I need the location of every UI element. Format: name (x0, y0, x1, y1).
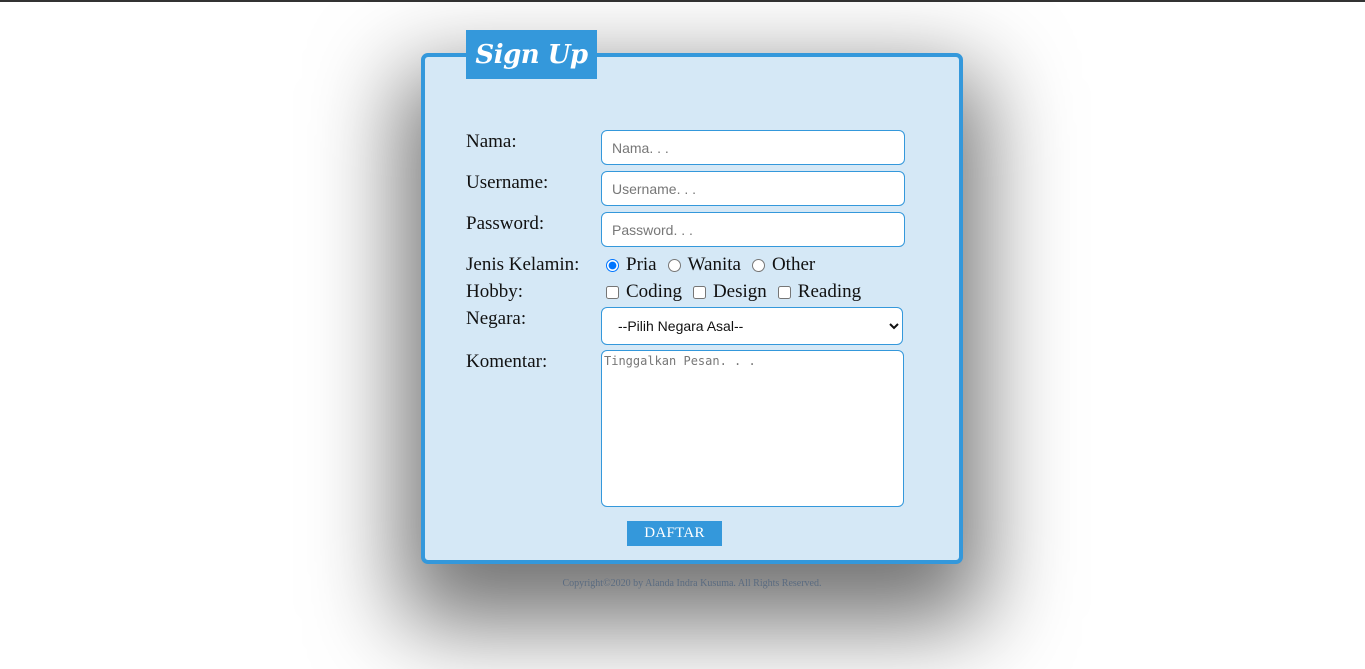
top-border-line (0, 0, 1365, 2)
copyright-footer: Copyright©2020 by Alanda Indra Kusuma. A… (562, 578, 822, 589)
gender-radio-wanita[interactable] (667, 258, 681, 272)
hobby-option-label: Coding (626, 281, 682, 302)
hobby-option-label: Reading (797, 281, 862, 302)
country-select[interactable]: --Pilih Negara Asal-- (601, 307, 903, 345)
country-label: Negara: (466, 308, 527, 329)
hobby-checkbox-design[interactable] (692, 285, 706, 299)
hobby-option-label: Design (712, 281, 767, 302)
comment-label: Komentar: (466, 351, 548, 372)
hobby-options: Coding Design Reading (604, 281, 870, 303)
gender-radio-pria[interactable] (606, 258, 619, 272)
gender-radio-other[interactable] (751, 258, 765, 272)
gender-option-label: Other (771, 254, 816, 275)
username-input[interactable] (601, 171, 905, 206)
password-input[interactable] (601, 212, 905, 247)
daftar-button[interactable]: DAFTAR (627, 521, 722, 546)
form-title: Sign Up (466, 30, 597, 79)
gender-option-label: Pria (626, 254, 657, 275)
nama-label: Nama: (466, 131, 517, 152)
hobby-checkbox-coding[interactable] (606, 285, 619, 299)
gender-label: Jenis Kelamin: (466, 254, 580, 275)
gender-options: Pria Wanita Other (604, 254, 824, 276)
comment-textarea[interactable] (601, 350, 904, 507)
hobby-checkbox-reading[interactable] (777, 285, 791, 299)
gender-option-label: Wanita (687, 254, 741, 275)
hobby-label: Hobby: (466, 281, 523, 302)
password-label: Password: (466, 213, 545, 234)
nama-input[interactable] (601, 130, 905, 165)
username-label: Username: (466, 172, 549, 193)
